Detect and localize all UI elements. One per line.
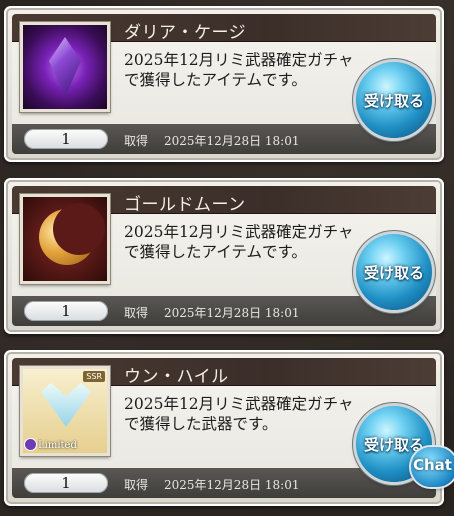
item-card-inner: ダリア・ケージ 2025年12月リミ武器確定ガチャで獲得したアイテムです。 1 … bbox=[12, 14, 436, 154]
item-card: ゴールドムーン 2025年12月リミ武器確定ガチャで獲得したアイテムです。 1 … bbox=[4, 178, 444, 334]
item-thumbnail: SSR Limited bbox=[20, 366, 110, 456]
item-description: 2025年12月リミ武器確定ガチャで獲得したアイテムです。 bbox=[124, 51, 354, 89]
receive-button-label: 受け取る bbox=[363, 264, 424, 282]
acquired-label: 取得 bbox=[124, 478, 149, 492]
chat-button-label: Chat bbox=[413, 456, 452, 474]
item-quantity: 1 bbox=[24, 473, 108, 493]
limited-label: Limited bbox=[38, 440, 77, 451]
limited-badge: Limited bbox=[25, 439, 77, 451]
acquired-date: 2025年12月28日 18:01 bbox=[164, 134, 300, 148]
item-quantity: 1 bbox=[24, 129, 108, 149]
item-description: 2025年12月リミ武器確定ガチャで獲得したアイテムです。 bbox=[124, 223, 354, 261]
purple-crystal-icon bbox=[49, 37, 81, 97]
item-card: ウン・ハイル SSR Limited 2025年12月リミ武器確定ガチャで獲得し… bbox=[4, 350, 444, 506]
item-card-inner: ウン・ハイル SSR Limited 2025年12月リミ武器確定ガチャで獲得し… bbox=[12, 358, 436, 498]
acquired-date: 2025年12月28日 18:01 bbox=[164, 306, 300, 320]
item-card: ダリア・ケージ 2025年12月リミ武器確定ガチャで獲得したアイテムです。 1 … bbox=[4, 6, 444, 162]
limited-icon bbox=[25, 439, 36, 450]
item-title: ゴールドムーン bbox=[124, 195, 246, 215]
item-quantity: 1 bbox=[24, 301, 108, 321]
receive-button-label: 受け取る bbox=[363, 92, 424, 110]
acquired-date: 2025年12月28日 18:01 bbox=[164, 478, 300, 492]
acquired-label: 取得 bbox=[124, 306, 149, 320]
receive-button[interactable]: 受け取る bbox=[356, 234, 432, 310]
chat-button[interactable]: Chat bbox=[411, 447, 454, 487]
item-card-inner: ゴールドムーン 2025年12月リミ武器確定ガチャで獲得したアイテムです。 1 … bbox=[12, 186, 436, 326]
item-description: 2025年12月リミ武器確定ガチャで獲得した武器です。 bbox=[124, 395, 354, 433]
item-thumbnail bbox=[20, 194, 110, 284]
item-title: ダリア・ケージ bbox=[124, 23, 247, 43]
moon-shadow bbox=[53, 203, 105, 255]
ice-weapon-icon bbox=[41, 383, 91, 427]
acquired-label: 取得 bbox=[124, 134, 149, 148]
item-thumbnail bbox=[20, 22, 110, 112]
item-title: ウン・ハイル bbox=[124, 367, 229, 387]
receive-button[interactable]: 受け取る bbox=[356, 62, 432, 138]
rarity-badge: SSR bbox=[83, 371, 105, 382]
